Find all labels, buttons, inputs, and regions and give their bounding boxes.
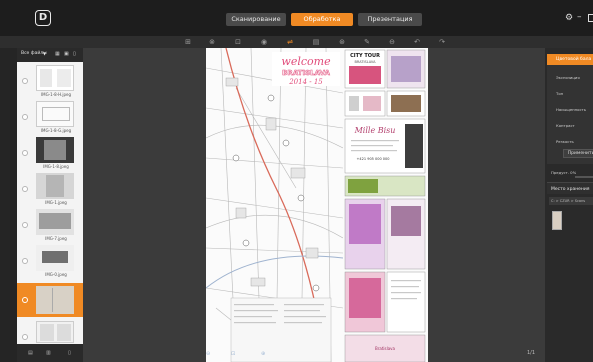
- left-edge: [0, 48, 17, 362]
- image-canvas[interactable]: welcome BRATISLAVA 2014 - 15 CITY TOUR B…: [83, 48, 545, 362]
- scanned-document: welcome BRATISLAVA 2014 - 15 CITY TOUR B…: [206, 48, 428, 362]
- file-name: IMG-7.jpeg: [45, 236, 67, 241]
- city-map-image: welcome BRATISLAVA 2014 - 15: [206, 48, 343, 362]
- zoom-in-icon[interactable]: ⊕: [261, 351, 265, 357]
- contrast-label: Контраст: [556, 123, 575, 128]
- export-icon[interactable]: ▥: [46, 350, 52, 356]
- ad-city-tour: CITY TOUR: [350, 53, 380, 59]
- file-thumbnail: [36, 245, 74, 271]
- tab-present[interactable]: Презентация: [358, 13, 422, 26]
- ad-cafe: Mille Bisu: [354, 126, 396, 135]
- page-counter: 1/1: [527, 350, 536, 356]
- undo-icon[interactable]: ↶: [412, 37, 422, 47]
- welcome-city: BRATISLAVA: [282, 69, 330, 77]
- crop-icon[interactable]: ⊞: [183, 37, 193, 47]
- zoom-out-icon[interactable]: ⊖: [206, 351, 210, 357]
- welcome-title: welcome: [281, 55, 331, 68]
- select-radio[interactable]: [22, 334, 28, 340]
- select-radio[interactable]: [22, 150, 28, 156]
- filter-icon[interactable]: ▤: [311, 37, 321, 47]
- adjustments-panel: Цветовой бала Экспозиция Тон Насыщенност…: [545, 48, 593, 362]
- select-radio[interactable]: [22, 114, 28, 120]
- preset-slider[interactable]: [575, 176, 593, 178]
- rotate-icon[interactable]: ⊡: [233, 37, 243, 47]
- title-bar: D Сканирование Обработка Презентация ⚙ –: [0, 0, 593, 36]
- list-item[interactable]: IMG-1.jpeg: [17, 172, 83, 208]
- select-radio[interactable]: [22, 258, 28, 264]
- file-name: IMG-1-8-H.jpeg: [40, 92, 71, 97]
- save-location-title: Место хранения: [551, 187, 590, 192]
- file-list-panel: Все файлы ▼ ▦ ▣ ▯ IMG-1-8-H.jpeg IMG-1-8…: [17, 48, 83, 348]
- exposure-label: Экспозиция: [556, 75, 580, 80]
- fit-icon[interactable]: ⊡: [231, 351, 235, 357]
- trash-icon[interactable]: ▯: [73, 51, 79, 57]
- saturation-label: Насыщенность: [556, 107, 587, 112]
- folder-icon[interactable]: ▣: [64, 51, 70, 57]
- file-name: IMG-1-8-G.jpeg: [40, 128, 72, 133]
- file-thumbnail: [36, 321, 74, 343]
- grid-view-icon[interactable]: ▦: [55, 51, 61, 57]
- list-item[interactable]: IMG-0.jpeg: [17, 244, 83, 280]
- file-name: IMG-1.jpeg: [45, 200, 67, 205]
- save-path-field[interactable]: C: > CZUR > Scans: [549, 197, 593, 205]
- list-item[interactable]: IMG-1-8.jpeg: [17, 136, 83, 172]
- circle-icon[interactable]: ◉: [259, 37, 269, 47]
- list-item-selected[interactable]: [17, 283, 83, 317]
- list-item[interactable]: IMG-7.jpeg: [17, 208, 83, 244]
- file-thumbnail: [36, 101, 74, 127]
- gear-icon[interactable]: ⚙: [565, 13, 573, 23]
- output-thumbnail[interactable]: [552, 211, 562, 230]
- save-location-section: Место хранения: [547, 182, 593, 194]
- flip-icon[interactable]: ⇌: [285, 37, 295, 47]
- apply-button[interactable]: Применить: [563, 149, 593, 158]
- select-radio[interactable]: [22, 222, 28, 228]
- select-radio[interactable]: [22, 78, 28, 84]
- app-logo-icon: D: [35, 10, 51, 26]
- file-thumbnail: [36, 137, 74, 163]
- list-item[interactable]: IMG-1-8-G.jpeg: [17, 100, 83, 136]
- chevron-down-icon[interactable]: ▼: [43, 51, 46, 56]
- sharpness-label: Резкость: [556, 139, 574, 144]
- preset-label: Предуст. 0%: [551, 170, 577, 175]
- tab-process[interactable]: Обработка: [291, 13, 353, 26]
- file-thumbnail: [36, 286, 74, 314]
- file-actions-bar: ▤ ▥ ▯: [17, 344, 83, 362]
- delete-icon[interactable]: ▯: [68, 350, 74, 356]
- tab-scan[interactable]: Сканирование: [226, 13, 286, 26]
- edit-icon[interactable]: ✎: [362, 37, 372, 47]
- file-filter-bar: Все файлы ▼ ▦ ▣ ▯: [17, 48, 83, 62]
- maximize-icon[interactable]: [588, 14, 593, 22]
- erase-icon[interactable]: ⊖: [387, 37, 397, 47]
- select-radio[interactable]: [22, 297, 28, 303]
- import-icon[interactable]: ▤: [28, 350, 34, 356]
- file-thumbnail: [36, 173, 74, 199]
- list-item[interactable]: IMG-1-8-H.jpeg: [17, 64, 83, 100]
- ad-bottom: Bratislava: [375, 346, 396, 351]
- ad-city-sub: BRATISLAVA: [355, 60, 377, 64]
- redo-icon[interactable]: ↷: [437, 37, 447, 47]
- color-balance-header[interactable]: Цветовой бала: [547, 54, 593, 65]
- select-radio[interactable]: [22, 186, 28, 192]
- ad-phone: +421 905 000 000: [357, 157, 390, 161]
- tone-label: Тон: [556, 91, 564, 96]
- welcome-year: 2014 - 15: [288, 78, 323, 86]
- zoom-overlay[interactable]: ⊖ ⊡ ⊕: [201, 348, 371, 362]
- file-thumbnail: [36, 65, 74, 91]
- file-thumbnail: [36, 209, 74, 235]
- app-window: D Сканирование Обработка Презентация ⚙ –…: [0, 0, 593, 362]
- edit-toolbar: ⊞ ⊗ ⊡ ◉ ⇌ ▤ ⊛ ✎ ⊖ ↶ ↷: [0, 36, 593, 48]
- deskew-icon[interactable]: ⊗: [207, 37, 217, 47]
- file-name: IMG-1-8.jpeg: [43, 164, 69, 169]
- file-name: IMG-0.jpeg: [45, 272, 67, 277]
- layers-icon[interactable]: ⊛: [337, 37, 347, 47]
- minimize-icon[interactable]: –: [577, 12, 582, 22]
- advertisements-column: CITY TOUR BRATISLAVA Mille Bisu +421 905…: [343, 48, 428, 362]
